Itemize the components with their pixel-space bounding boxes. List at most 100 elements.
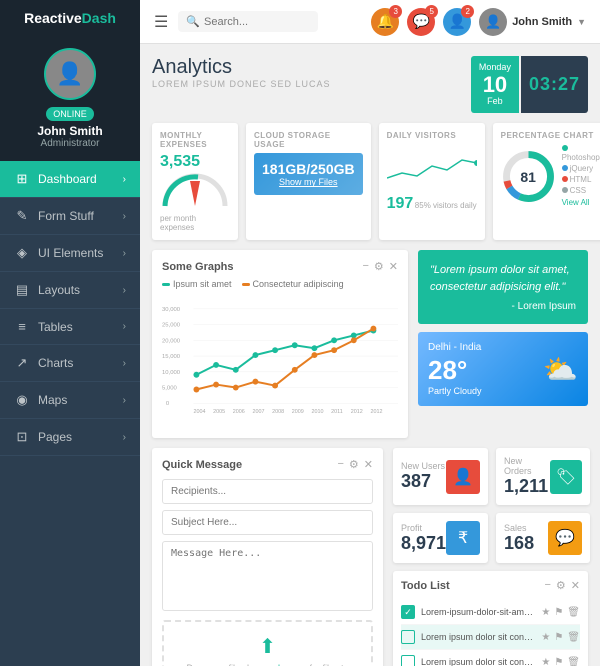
date-time-widget: Monday 10 Feb 03:27 [471, 56, 588, 113]
hamburger-icon[interactable]: ☰ [154, 12, 168, 32]
todo-item-2: Lorem ipsum dolor sit consecutur... ★ ⚑ … [401, 625, 580, 650]
search-icon: 🔍 [186, 15, 200, 28]
flag-icon[interactable]: ⚑ [554, 632, 563, 643]
todo-actions-1: ★ ⚑ 🗑 [541, 607, 580, 618]
bottom-row: Quick Message − ⚙ ✕ ⬆ Drag your files [152, 448, 588, 666]
stat-value: 3,535 [160, 153, 230, 171]
star-icon[interactable]: ★ [541, 607, 550, 618]
trash-icon[interactable]: 🗑 [567, 607, 580, 618]
minimize-icon[interactable]: − [362, 260, 368, 273]
stat-card-storage: CLOUD STORAGE USAGE 181GB/250GB Show my … [246, 123, 371, 240]
todo-checkbox-3[interactable] [401, 655, 415, 666]
sidebar-item-label: Pages [38, 430, 72, 444]
sidebar-item-label: Layouts [38, 283, 80, 297]
card-controls: − ⚙ ✕ [337, 458, 373, 471]
ui-icon: ◈ [14, 245, 30, 261]
chat-button[interactable]: 💬 5 [407, 8, 435, 36]
todo-checkbox-2[interactable] [401, 630, 415, 644]
minimize-icon[interactable]: − [337, 458, 343, 471]
online-badge: ONLINE [46, 107, 94, 121]
close-icon[interactable]: ✕ [571, 579, 580, 592]
message-input[interactable] [162, 541, 373, 611]
trash-icon[interactable]: 🗑 [567, 632, 580, 643]
donut-value: 81 [520, 169, 536, 185]
quote-author: - Lorem Ipsum [430, 301, 576, 312]
sales-icon: 💬 [548, 521, 582, 555]
mini-stat-value: 1,211 [504, 476, 550, 497]
star-icon[interactable]: ★ [541, 632, 550, 643]
weather-desc: Partly Cloudy [428, 386, 482, 396]
flag-icon[interactable]: ⚑ [554, 607, 563, 618]
subject-input[interactable] [162, 510, 373, 535]
graph-legend: Ipsum sit amet Consectetur adipiscing [162, 279, 398, 289]
sidebar-item-layouts[interactable]: ▤ Layouts › [0, 272, 140, 309]
mini-stat-new-users: New Users 387 👤 [393, 448, 488, 505]
sidebar-nav: ⊞ Dashboard › ✎ Form Stuff › ◈ UI Elemen… [0, 161, 140, 666]
sidebar-item-form-stuff[interactable]: ✎ Form Stuff › [0, 198, 140, 235]
todo-controls: − ⚙ ✕ [544, 579, 580, 592]
sidebar-item-pages[interactable]: ⊡ Pages › [0, 419, 140, 456]
visitors-sparkline [387, 148, 477, 188]
svg-text:30,000: 30,000 [162, 307, 181, 313]
sidebar-item-ui-elements[interactable]: ◈ UI Elements › [0, 235, 140, 272]
star-icon[interactable]: ★ [541, 657, 550, 666]
weather-location: Delhi - India [428, 342, 482, 353]
chevron-right-icon: › [123, 285, 126, 296]
weather-temp: 28° [428, 355, 482, 386]
view-all-link[interactable]: View All [562, 198, 590, 207]
sidebar: ReactiveDash 👤 ONLINE John Smith Adminis… [0, 0, 140, 666]
trash-icon[interactable]: 🗑 [567, 657, 580, 666]
weather-card: Delhi - India 28° Partly Cloudy ⛅ [418, 332, 588, 406]
user-menu-button[interactable]: 👤 John Smith ▼ [479, 8, 586, 36]
new-users-icon: 👤 [446, 460, 480, 494]
settings-icon[interactable]: ⚙ [349, 458, 359, 471]
stat-title: MONTHLY EXPENSES [160, 131, 230, 149]
stats-row: MONTHLY EXPENSES 3,535 per month expense… [152, 123, 588, 240]
mini-stat-label: New Orders [504, 456, 550, 476]
notifications-button[interactable]: 🔔 3 [371, 8, 399, 36]
topbar-username: John Smith [512, 16, 572, 28]
sidebar-item-maps[interactable]: ◉ Maps › [0, 382, 140, 419]
graph-card: Some Graphs − ⚙ ✕ Ipsum sit amet Consect… [152, 250, 408, 438]
mini-stat-value: 387 [401, 471, 445, 492]
close-icon[interactable]: ✕ [389, 260, 398, 273]
date-box: Monday 10 Feb [471, 56, 519, 113]
flag-icon[interactable]: ⚑ [554, 657, 563, 666]
sidebar-item-dashboard[interactable]: ⊞ Dashboard › [0, 161, 140, 198]
todo-item-1: ✓ Lorem-ipsum-dolor-sit-amet,-consecutur… [401, 600, 580, 625]
sidebar-item-charts[interactable]: ↗ Charts › [0, 345, 140, 382]
storage-display: 181GB/250GB Show my Files [254, 153, 363, 195]
legend-label-1: Ipsum sit amet [173, 279, 232, 289]
settings-icon[interactable]: ⚙ [556, 579, 566, 592]
sidebar-item-label: Maps [38, 393, 67, 407]
close-icon[interactable]: ✕ [364, 458, 373, 471]
svg-text:15,000: 15,000 [162, 354, 181, 360]
minimize-icon[interactable]: − [544, 579, 550, 592]
legend-label-2: Consectetur adipiscing [253, 279, 344, 289]
alerts-button[interactable]: 👤 2 [443, 8, 471, 36]
settings-icon[interactable]: ⚙ [374, 260, 384, 273]
show-files-link[interactable]: Show my Files [262, 177, 355, 187]
sidebar-item-tables[interactable]: ≡ Tables › [0, 309, 140, 345]
quote-text: "Lorem ipsum dolor sit amet, consectetur… [430, 262, 576, 295]
svg-text:2004: 2004 [193, 409, 205, 415]
visitors-value: 197 [387, 195, 414, 213]
todo-text-1: Lorem-ipsum-dolor-sit-amet,-consecutur..… [421, 607, 535, 617]
sidebar-item-label: Dashboard [38, 172, 97, 186]
svg-text:2010: 2010 [311, 409, 323, 415]
quote-card: "Lorem ipsum dolor sit amet, consectetur… [418, 250, 588, 324]
dropdown-icon: ▼ [577, 17, 586, 27]
todo-actions-2: ★ ⚑ 🗑 [541, 632, 580, 643]
day: 10 [479, 74, 511, 96]
svg-text:2008: 2008 [272, 409, 284, 415]
donut-chart: 81 [501, 149, 556, 204]
recipients-input[interactable] [162, 479, 373, 504]
chat-badge: 5 [425, 5, 438, 18]
todo-checkbox-1[interactable]: ✓ [401, 605, 415, 619]
upload-area[interactable]: ⬆ Drag your files here or browse for fil… [162, 620, 373, 666]
graph-controls: − ⚙ ✕ [362, 260, 398, 273]
middle-row: Some Graphs − ⚙ ✕ Ipsum sit amet Consect… [152, 250, 588, 438]
search-input[interactable] [204, 16, 310, 28]
gauge-chart [160, 171, 230, 211]
svg-text:0: 0 [166, 402, 170, 408]
